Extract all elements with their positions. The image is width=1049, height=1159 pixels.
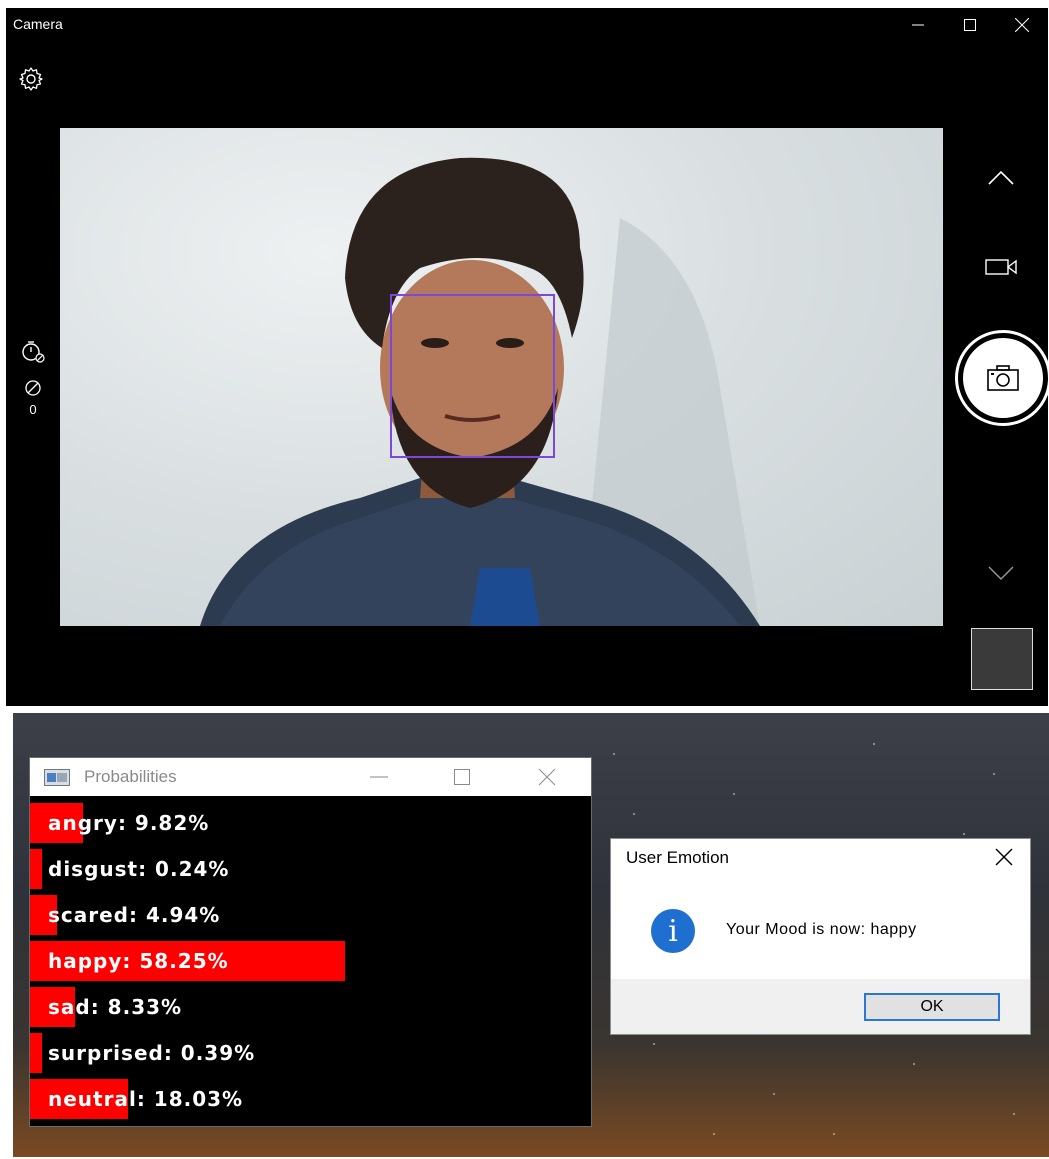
probability-label: happy: 58.25%: [48, 949, 229, 973]
dialog-footer: OK: [611, 979, 1030, 1034]
probability-row: surprised: 0.39%: [30, 1033, 591, 1073]
close-icon: [538, 768, 556, 786]
prob-close-button[interactable]: [534, 764, 560, 790]
chevron-down-icon[interactable]: [986, 563, 1016, 583]
probability-row: scared: 4.94%: [30, 895, 591, 935]
minimize-icon: [370, 776, 388, 778]
close-icon[interactable]: [992, 845, 1016, 869]
settings-gear-icon[interactable]: [18, 66, 44, 92]
probability-label: scared: 4.94%: [48, 903, 221, 927]
window-app-icon: [44, 768, 70, 786]
shutter-inner: [963, 338, 1043, 418]
ok-button[interactable]: OK: [864, 993, 1000, 1021]
brightness-icon[interactable]: [22, 377, 44, 399]
photo-thumbnail[interactable]: [971, 628, 1033, 690]
face-detection-box: [390, 294, 555, 458]
dialog-title: User Emotion: [626, 848, 729, 867]
timer-value: 0: [29, 402, 37, 417]
probability-label: neutral: 18.03%: [48, 1087, 244, 1111]
probability-row: sad: 8.33%: [30, 987, 591, 1027]
chevron-up-icon[interactable]: [986, 168, 1016, 188]
probabilities-title: Probabilities: [84, 767, 177, 786]
probabilities-titlebar: Probabilities: [30, 758, 591, 796]
minimize-button[interactable]: [892, 8, 944, 42]
camera-window: Camera 0: [6, 8, 1049, 706]
probability-bar: [30, 849, 42, 889]
close-icon: [1015, 18, 1029, 32]
camera-icon: [987, 365, 1019, 391]
probabilities-chart: angry: 9.82% disgust: 0.24% scared: 4.94% h…: [30, 796, 591, 1126]
user-emotion-dialog: User Emotion i Your Mood is now: happy O…: [611, 839, 1030, 1034]
camera-viewfinder: [60, 128, 943, 626]
prob-minimize-button[interactable]: [366, 764, 392, 790]
probability-row: neutral: 18.03%: [30, 1079, 591, 1119]
take-photo-button[interactable]: [955, 330, 1049, 426]
maximize-icon: [964, 19, 976, 31]
probabilities-window: Probabilities angry: 9.82% disgust: 0.24%…: [30, 758, 591, 1126]
window-title: Camera: [13, 16, 63, 32]
probability-row: disgust: 0.24%: [30, 849, 591, 889]
probability-bar: [30, 1033, 42, 1073]
probability-row: happy: 58.25%: [30, 941, 591, 981]
info-icon: i: [651, 909, 695, 953]
probability-row: angry: 9.82%: [30, 803, 591, 843]
timer-icon[interactable]: [20, 338, 46, 364]
probability-label: disgust: 0.24%: [48, 857, 230, 881]
video-mode-icon[interactable]: [984, 256, 1018, 278]
probability-label: angry: 9.82%: [48, 811, 210, 835]
close-button[interactable]: [996, 8, 1048, 42]
probability-label: surprised: 0.39%: [48, 1041, 256, 1065]
maximize-button[interactable]: [944, 8, 996, 42]
dialog-message: Your Mood is now: happy: [726, 921, 917, 938]
maximize-icon: [454, 769, 470, 785]
prob-maximize-button[interactable]: [449, 764, 475, 790]
left-toolbar: 0: [18, 338, 48, 417]
minimize-icon: [912, 24, 924, 26]
probability-label: sad: 8.33%: [48, 995, 183, 1019]
window-controls: [892, 8, 1048, 42]
